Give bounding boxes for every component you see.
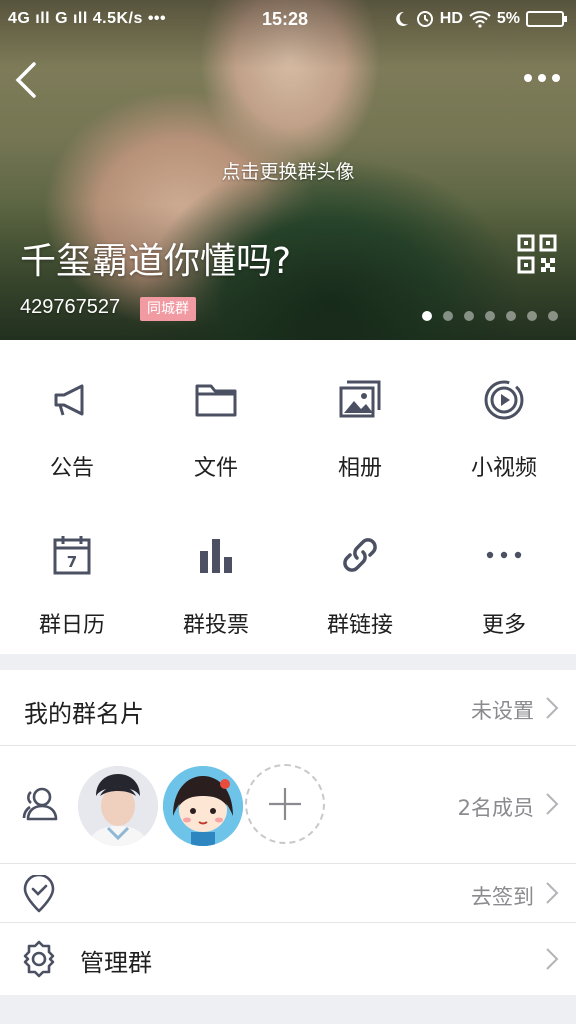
short-video-button[interactable]: 小视频	[432, 340, 576, 497]
member-count: 2名成员	[457, 796, 534, 820]
carousel-indicator	[422, 311, 558, 321]
folder-icon	[195, 384, 237, 417]
hd-indicator: HD	[439, 10, 463, 27]
bar-chart-icon	[200, 539, 232, 573]
files-button[interactable]: 文件	[144, 340, 288, 497]
album-button[interactable]: 相册	[288, 340, 432, 497]
cartoon-girl-avatar	[163, 766, 243, 846]
carousel-dot	[506, 311, 516, 321]
change-avatar-hint[interactable]: 点击更换群头像	[0, 157, 576, 184]
section-separator	[0, 654, 576, 670]
status-right-group: HD 5%	[392, 10, 567, 28]
carousel-dot	[464, 311, 474, 321]
more-options-button[interactable]	[522, 66, 562, 90]
plus-icon	[269, 788, 301, 820]
more-functions-label: 更多	[481, 613, 526, 638]
group-link-label: 群链接	[326, 613, 393, 638]
wifi-icon	[469, 11, 491, 28]
add-member-button[interactable]	[245, 764, 325, 844]
moon-icon	[395, 11, 408, 26]
more-functions-button[interactable]: 更多	[432, 497, 576, 654]
group-profile-screen: 4G ıll G ıll 4.5K/s ••• 15:28 HD 5% 点击更换…	[0, 0, 576, 1024]
member-avatar[interactable]	[78, 766, 158, 846]
megaphone-icon	[54, 384, 84, 416]
calendar-icon: 7	[53, 536, 91, 575]
files-label: 文件	[193, 456, 238, 481]
location-check-icon	[23, 875, 55, 913]
svg-text:7: 7	[67, 553, 77, 571]
announcement-button[interactable]: 公告	[0, 340, 144, 497]
chevron-right-icon	[546, 882, 559, 904]
qr-code-icon	[517, 234, 557, 274]
more-horizontal-icon	[524, 74, 560, 82]
more-dots-icon	[486, 551, 522, 559]
city-group-badge: 同城群	[140, 297, 196, 321]
group-id: 429767527	[20, 296, 121, 318]
bottom-separator	[0, 995, 576, 1024]
group-vote-label: 群投票	[182, 613, 249, 638]
link-icon	[343, 538, 377, 572]
gear-icon	[23, 940, 55, 978]
carousel-dot	[443, 311, 453, 321]
status-bar: 4G ıll G ıll 4.5K/s ••• 15:28 HD 5%	[0, 0, 576, 40]
manage-group-row[interactable]: 管理群	[0, 923, 576, 995]
group-name: 千玺霸道你懂吗?	[20, 241, 292, 282]
status-time: 15:28	[262, 9, 309, 29]
carousel-dot	[527, 311, 537, 321]
member-avatar[interactable]	[163, 766, 243, 846]
back-button[interactable]	[10, 58, 46, 102]
album-icon	[339, 380, 381, 418]
group-vote-button[interactable]: 群投票	[144, 497, 288, 654]
my-group-card-title: 我的群名片	[24, 700, 144, 728]
status-signal-info: 4G ıll G ıll 4.5K/s •••	[8, 10, 167, 27]
alarm-icon	[416, 11, 433, 27]
battery-percent: 5%	[496, 10, 520, 27]
album-label: 相册	[337, 456, 382, 481]
carousel-dot	[422, 311, 432, 321]
announcement-label: 公告	[49, 456, 94, 481]
checkin-row[interactable]: 去签到	[0, 864, 576, 922]
carousel-dot	[485, 311, 495, 321]
my-group-card-row[interactable]: 我的群名片 未设置	[0, 670, 576, 746]
qr-code-button[interactable]	[517, 234, 557, 274]
member-photo	[78, 766, 158, 846]
battery-icon	[526, 11, 567, 27]
chevron-right-icon	[546, 793, 559, 815]
my-group-card-value: 未设置	[471, 699, 534, 723]
manage-group-title: 管理群	[80, 949, 152, 977]
members-icon	[22, 787, 58, 821]
carousel-dot	[548, 311, 558, 321]
function-grid: 公告 文件 相册 小视频 7 群日历 群投票 群链接 更多	[0, 340, 576, 654]
group-calendar-label: 群日历	[38, 613, 105, 638]
video-icon	[484, 380, 524, 420]
group-link-button[interactable]: 群链接	[288, 497, 432, 654]
chevron-right-icon	[546, 948, 559, 970]
chevron-left-icon	[15, 62, 36, 98]
group-calendar-button[interactable]: 7 群日历	[0, 497, 144, 654]
chevron-right-icon	[546, 697, 559, 719]
short-video-label: 小视频	[470, 456, 537, 481]
checkin-value: 去签到	[471, 885, 534, 909]
